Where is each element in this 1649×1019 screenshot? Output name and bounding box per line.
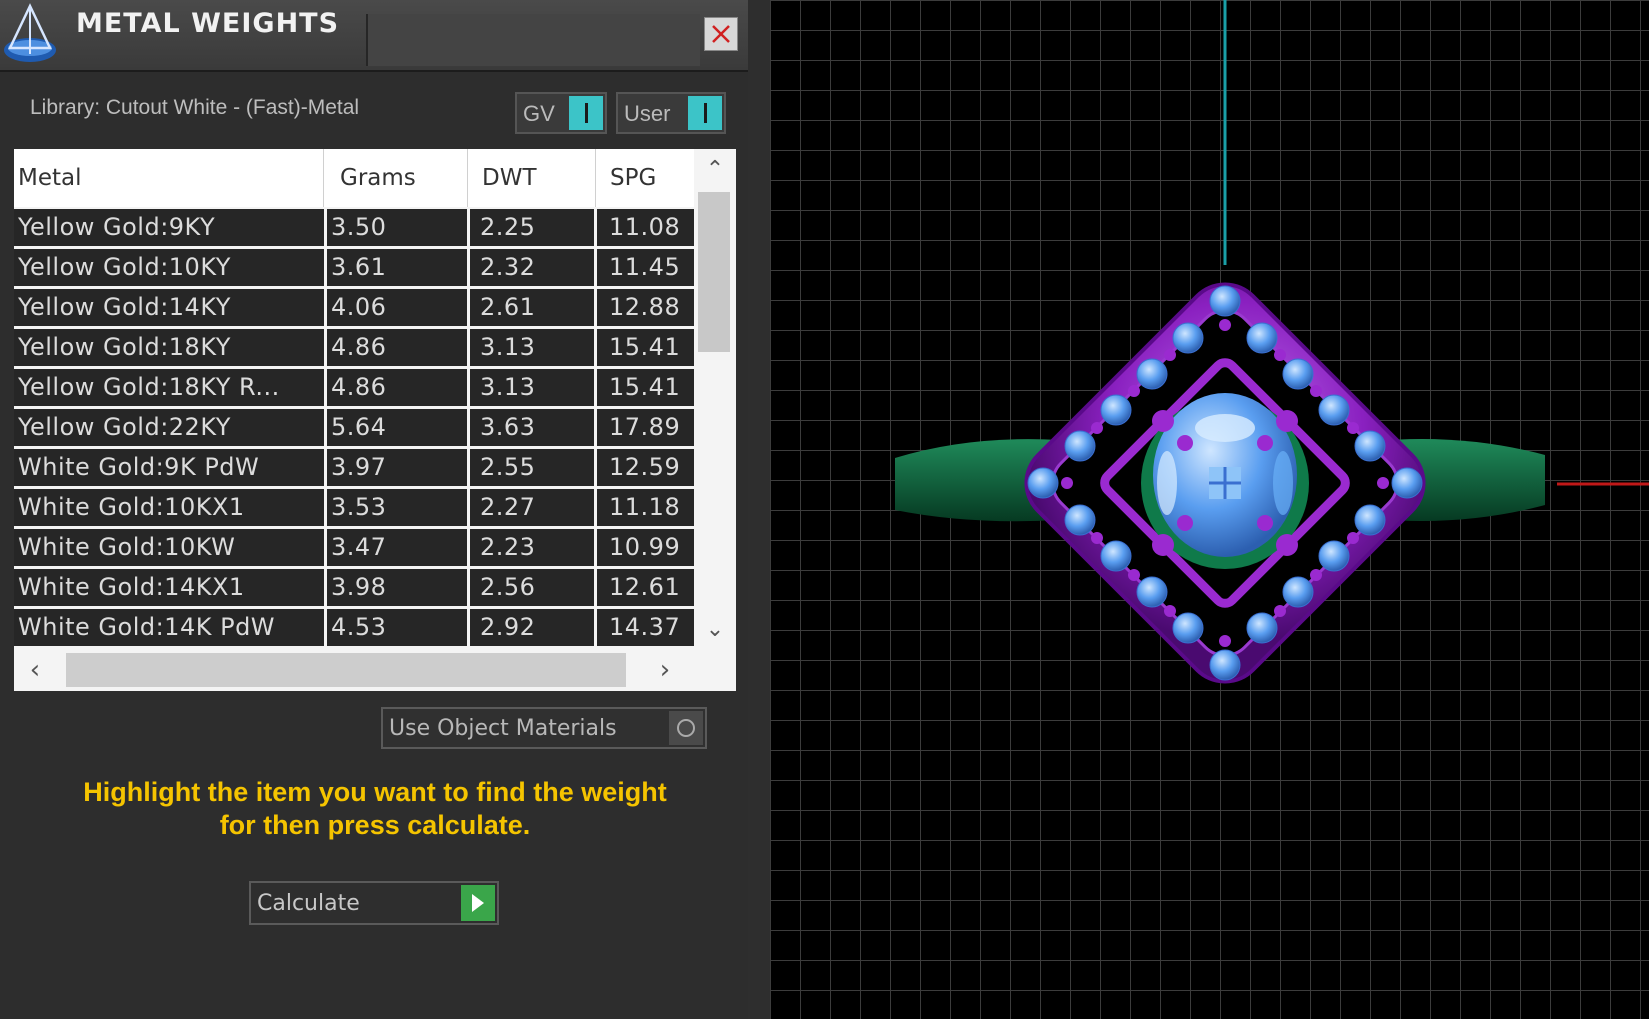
user-toggle[interactable]: User — [616, 92, 726, 134]
close-button[interactable] — [704, 17, 738, 51]
instructions-line-1: Highlight the item you want to find the … — [83, 777, 667, 807]
vertical-scrollbar[interactable]: ⌃ ⌄ — [694, 149, 736, 649]
cell-dwt: 2.23 — [470, 529, 597, 566]
cell-grams: 4.06 — [327, 289, 470, 326]
table-row[interactable]: Yellow Gold:18KY 4.86 3.13 15.41 — [14, 329, 694, 367]
table-row[interactable]: Yellow Gold:10KY 3.61 2.32 11.45 — [14, 249, 694, 287]
vertical-scroll-thumb[interactable] — [698, 192, 730, 352]
cell-grams: 3.50 — [327, 209, 470, 246]
cell-grams: 4.86 — [327, 369, 470, 406]
window-title: METAL WEIGHTS — [76, 8, 340, 39]
cell-spg: 14.37 — [597, 609, 694, 646]
table-row[interactable]: Yellow Gold:9KY 3.50 2.25 11.08 — [14, 209, 694, 247]
cell-metal: White Gold:10KW — [14, 529, 327, 566]
cell-metal: White Gold:14K PdW — [14, 609, 327, 646]
cell-metal: Yellow Gold:18KY — [14, 329, 327, 366]
cell-dwt: 2.61 — [470, 289, 597, 326]
column-header-spg[interactable]: SPG — [596, 149, 694, 207]
cell-grams: 3.98 — [327, 569, 470, 606]
column-header-metal[interactable]: Metal — [14, 149, 324, 207]
library-label: Library: Cutout White - (Fast)-Metal — [30, 96, 360, 119]
table-body: Yellow Gold:9KY 3.50 2.25 11.08 Yellow Gold:… — [14, 209, 694, 649]
cell-dwt: 2.32 — [470, 249, 597, 286]
cell-dwt: 3.13 — [470, 329, 597, 366]
gv-toggle-label: GV — [523, 101, 555, 126]
gv-toggle[interactable]: GV — [515, 92, 607, 134]
cell-metal: Yellow Gold:22KY — [14, 409, 327, 446]
cell-spg: 15.41 — [597, 369, 694, 406]
instructions-text: Highlight the item you want to find the … — [30, 776, 720, 842]
instructions-line-2: for then press calculate. — [219, 810, 531, 840]
cell-dwt: 2.55 — [470, 449, 597, 486]
radio-icon[interactable] — [669, 711, 703, 745]
table-row[interactable]: White Gold:9K PdW 3.97 2.55 12.59 — [14, 449, 694, 487]
metal-weights-panel: METAL WEIGHTS Library: Cutout White - (F… — [0, 0, 748, 1019]
table-row[interactable]: Yellow Gold:14KY 4.06 2.61 12.88 — [14, 289, 694, 327]
horizontal-scrollbar[interactable]: ‹ › — [14, 649, 736, 691]
table-row[interactable]: White Gold:14KX1 3.98 2.56 12.61 — [14, 569, 694, 607]
cell-metal: Yellow Gold:18KY R... — [14, 369, 327, 406]
panel-divider[interactable] — [748, 0, 770, 1019]
pyramid-logo-icon — [0, 0, 62, 70]
cell-grams: 3.97 — [327, 449, 470, 486]
ring-head — [1024, 282, 1426, 684]
calculate-label: Calculate — [257, 891, 360, 916]
cell-spg: 17.89 — [597, 409, 694, 446]
cell-dwt: 3.63 — [470, 409, 597, 446]
calculate-button[interactable]: Calculate — [249, 881, 499, 925]
column-header-dwt[interactable]: DWT — [468, 149, 596, 207]
ring-model — [895, 0, 1649, 684]
cell-spg: 12.88 — [597, 289, 694, 326]
cell-metal: Yellow Gold:10KY — [14, 249, 327, 286]
cell-dwt: 2.56 — [470, 569, 597, 606]
metal-weights-table: Metal Grams DWT SPG Yellow Gold:9KY 3.50 2… — [14, 149, 736, 691]
cell-spg: 11.08 — [597, 209, 694, 246]
title-bar-spacer — [366, 14, 700, 66]
scroll-right-icon[interactable]: › — [644, 649, 686, 691]
scroll-up-icon[interactable]: ⌃ — [694, 149, 736, 189]
use-object-materials-option[interactable]: Use Object Materials — [381, 707, 707, 749]
cell-grams: 3.47 — [327, 529, 470, 566]
scroll-down-icon[interactable]: ⌄ — [694, 609, 736, 649]
cell-grams: 5.64 — [327, 409, 470, 446]
cell-dwt: 3.13 — [470, 369, 597, 406]
cell-dwt: 2.27 — [470, 489, 597, 526]
cell-grams: 3.53 — [327, 489, 470, 526]
cell-spg: 12.61 — [597, 569, 694, 606]
table-row[interactable]: White Gold:10KW 3.47 2.23 10.99 — [14, 529, 694, 567]
cell-spg: 15.41 — [597, 329, 694, 366]
cell-dwt: 2.25 — [470, 209, 597, 246]
play-arrow-icon — [461, 885, 495, 921]
user-toggle-label: User — [624, 101, 671, 126]
3d-viewport[interactable] — [770, 0, 1649, 1019]
cell-spg: 12.59 — [597, 449, 694, 486]
table-header: Metal Grams DWT SPG — [14, 149, 694, 207]
cell-spg: 10.99 — [597, 529, 694, 566]
table-row[interactable]: Yellow Gold:18KY R... 4.86 3.13 15.41 — [14, 369, 694, 407]
cell-dwt: 2.92 — [470, 609, 597, 646]
toggle-switch-icon — [688, 96, 722, 130]
cell-metal: White Gold:10KX1 — [14, 489, 327, 526]
cell-grams: 4.86 — [327, 329, 470, 366]
column-header-grams[interactable]: Grams — [324, 149, 468, 207]
scroll-left-icon[interactable]: ‹ — [14, 649, 56, 691]
table-row[interactable]: White Gold:14K PdW 4.53 2.92 14.37 — [14, 609, 694, 647]
cell-spg: 11.18 — [597, 489, 694, 526]
cell-spg: 11.45 — [597, 249, 694, 286]
cell-metal: Yellow Gold:14KY — [14, 289, 327, 326]
cell-metal: White Gold:9K PdW — [14, 449, 327, 486]
horizontal-scroll-thumb[interactable] — [66, 653, 626, 687]
table-row[interactable]: Yellow Gold:22KY 5.64 3.63 17.89 — [14, 409, 694, 447]
cell-metal: Yellow Gold:9KY — [14, 209, 327, 246]
cell-grams: 3.61 — [327, 249, 470, 286]
cell-grams: 4.53 — [327, 609, 470, 646]
toggle-switch-icon — [569, 96, 603, 130]
use-object-materials-label: Use Object Materials — [389, 716, 617, 741]
cell-metal: White Gold:14KX1 — [14, 569, 327, 606]
close-icon — [712, 25, 730, 43]
table-row[interactable]: White Gold:10KX1 3.53 2.27 11.18 — [14, 489, 694, 527]
title-bar[interactable]: METAL WEIGHTS — [0, 0, 748, 72]
